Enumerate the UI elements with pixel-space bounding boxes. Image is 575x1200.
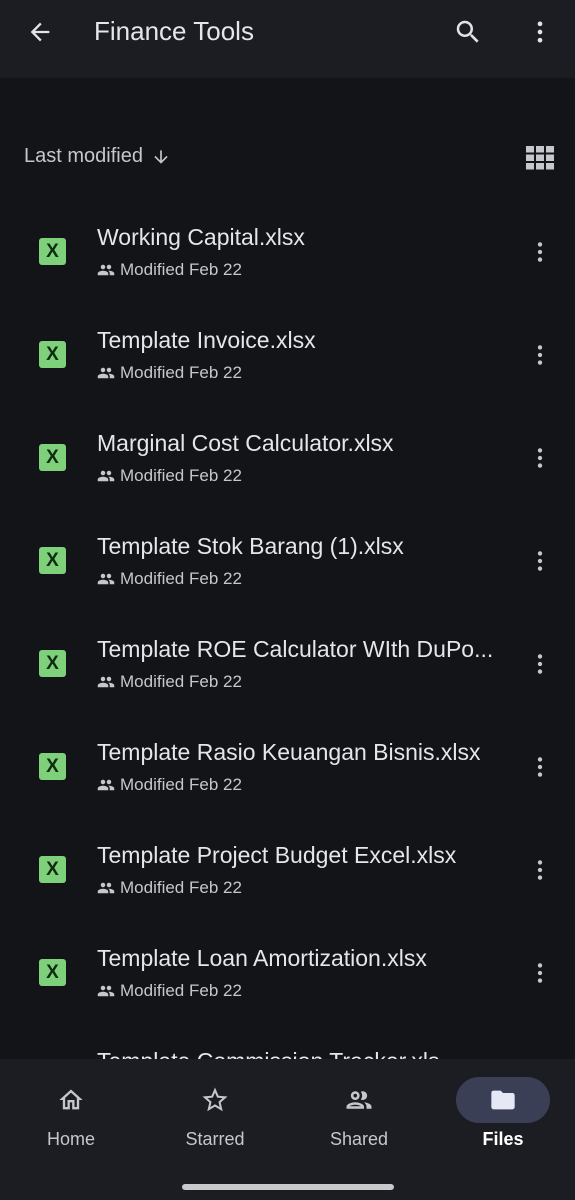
grid-view-toggle[interactable] [520,142,560,174]
file-row[interactable]: X Template Rasio Keuangan Bisnis.xlsx Modi… [0,715,575,818]
excel-file-icon: X [39,856,66,883]
file-row[interactable]: X Template Stok Barang (1).xlsx Modified F… [0,509,575,612]
file-more-options-button[interactable] [520,232,560,272]
modified-date: Modified Feb 22 [120,981,242,1000]
excel-file-icon: X [39,341,66,368]
modified-date: Modified Feb 22 [120,878,242,897]
more-vert-icon [527,857,553,883]
file-row[interactable]: X Template Loan Amortization.xlsx Modified… [0,921,575,1024]
gesture-bar[interactable] [182,1184,394,1190]
excel-file-icon: X [39,650,66,677]
excel-file-icon: X [39,238,66,265]
shared-people-icon [97,982,115,1000]
arrow-down-icon [151,147,171,167]
sort-label: Last modified [24,145,143,167]
nav-home[interactable]: Home [21,1077,121,1157]
more-vert-icon [527,342,553,368]
file-meta: Modified Feb 22 [97,260,242,280]
more-vert-icon [527,239,553,265]
file-meta: Modified Feb 22 [97,363,242,383]
shared-people-icon [97,364,115,382]
nav-files[interactable]: Files [453,1077,553,1157]
drive-folder-screen: Finance Tools Last modified X Working Ca… [0,0,575,1200]
more-options-button[interactable] [512,12,568,52]
modified-date: Modified Feb 22 [120,466,242,485]
file-meta: Modified Feb 22 [97,775,242,795]
search-button[interactable] [440,12,496,52]
file-name: Template Project Budget Excel.xlsx [97,842,457,868]
file-meta: Modified Feb 22 [97,878,242,898]
more-vert-icon [527,960,553,986]
bottom-navigation: Home Starred Shared Files [0,1059,575,1200]
search-icon [456,20,479,43]
more-vert-icon [527,445,553,471]
modified-date: Modified Feb 22 [120,672,242,691]
file-row[interactable]: X Template Project Budget Excel.xlsx Modif… [0,818,575,921]
arrow-back-icon [30,22,50,42]
excel-file-icon: X [39,753,66,780]
file-row[interactable]: X Marginal Cost Calculator.xlsx Modified F… [0,406,575,509]
file-more-options-button[interactable] [520,541,560,581]
folder-icon [491,1090,515,1110]
sort-button[interactable]: Last modified [24,145,171,168]
shared-people-icon [97,776,115,794]
file-meta: Modified Feb 22 [97,466,242,486]
file-list: X Working Capital.xlsx Modified Feb 22 X Tem… [0,200,575,1060]
file-more-options-button[interactable] [520,850,560,890]
sort-row: Last modified [0,138,575,178]
back-button[interactable] [12,12,68,52]
more-vert-icon [527,754,553,780]
shared-people-icon [97,673,115,691]
nav-shared[interactable]: Shared [309,1077,409,1157]
file-name: Template ROE Calculator WIth DuPo... [97,636,494,662]
file-name: Marginal Cost Calculator.xlsx [97,430,394,456]
file-name: Template Rasio Keuangan Bisnis.xlsx [97,739,481,765]
excel-file-icon: X [39,547,66,574]
nav-files-pill [456,1077,550,1123]
file-more-options-button[interactable] [520,953,560,993]
shared-people-icon [97,467,115,485]
page-title: Finance Tools [94,16,254,46]
modified-date: Modified Feb 22 [120,260,242,279]
excel-file-icon: X [39,959,66,986]
more-vert-icon [527,548,553,574]
file-name: Template Stok Barang (1).xlsx [97,533,404,559]
grid-view-icon [526,146,554,170]
more-vert-icon [527,651,553,677]
file-row[interactable]: X Template Invoice.xlsx Modified Feb 22 [0,303,575,406]
nav-starred-label: Starred [185,1129,245,1149]
file-name: Working Capital.xlsx [97,224,305,250]
nav-files-label: Files [482,1129,524,1149]
shared-people-icon [97,879,115,897]
shared-people-icon [97,570,115,588]
file-more-options-button[interactable] [520,747,560,787]
file-meta: Modified Feb 22 [97,569,242,589]
top-app-bar: Finance Tools [0,0,575,78]
file-name: Template Commission Tracker.xls [97,1046,497,1060]
home-icon [59,1089,83,1110]
file-row[interactable]: X Template ROE Calculator WIth DuPo... Mod… [0,612,575,715]
file-row[interactable]: XTemplate Commission Tracker.xlsModified… [0,1024,575,1060]
more-vert-icon [537,21,543,43]
file-meta: Modified Feb 22 [97,672,242,692]
nav-shared-label: Shared [329,1129,389,1149]
file-more-options-button[interactable] [520,438,560,478]
nav-starred[interactable]: Starred [165,1077,265,1157]
excel-file-icon: X [39,444,66,471]
star-icon [202,1087,228,1112]
file-name: Template Loan Amortization.xlsx [97,945,427,971]
modified-date: Modified Feb 22 [120,569,242,588]
people-icon [346,1091,372,1109]
file-row[interactable]: X Working Capital.xlsx Modified Feb 22 [0,200,575,303]
file-more-options-button[interactable] [520,335,560,375]
file-name: Template Invoice.xlsx [97,327,316,353]
shared-people-icon [97,261,115,279]
modified-date: Modified Feb 22 [120,775,242,794]
nav-home-label: Home [46,1129,95,1149]
file-more-options-button[interactable] [520,644,560,684]
file-meta: Modified Feb 22 [97,981,242,1001]
modified-date: Modified Feb 22 [120,363,242,382]
